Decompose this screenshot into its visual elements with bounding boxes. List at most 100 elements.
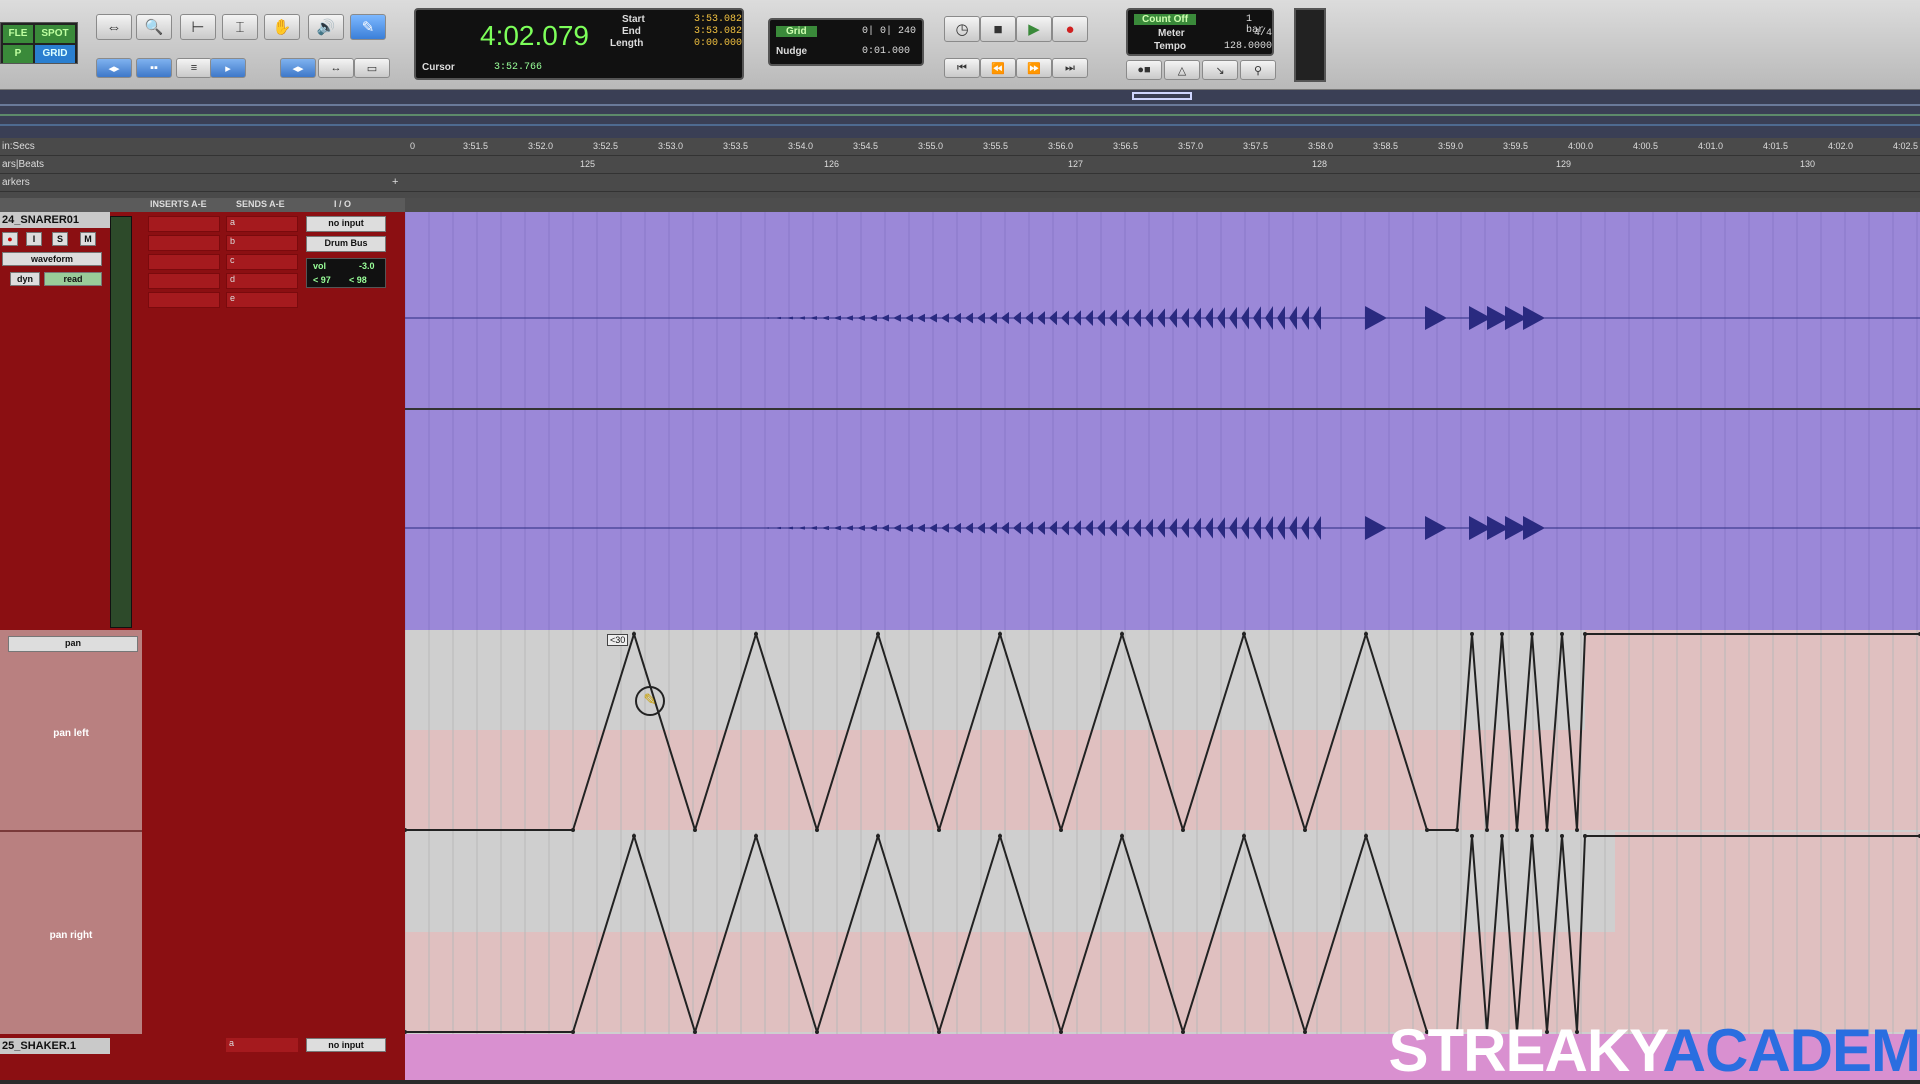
- send-slot-d[interactable]: d: [226, 273, 298, 289]
- mute-button[interactable]: M: [80, 232, 96, 246]
- record-enable-button[interactable]: ●: [2, 232, 18, 246]
- rewind-icon[interactable]: ⏪: [980, 58, 1016, 78]
- audio-region[interactable]: [404, 212, 1920, 630]
- selection-start-value[interactable]: 3:53.082: [694, 14, 742, 25]
- input-monitor-button[interactable]: I: [26, 232, 42, 246]
- watermark-part2: ACADEM: [1662, 1017, 1920, 1084]
- add-marker-icon[interactable]: +: [392, 176, 398, 188]
- input-select[interactable]: no input: [306, 216, 386, 232]
- grid-nudge-display: Grid 0| 0| 240 Nudge 0:01.000: [768, 18, 924, 66]
- scrubber-tool-icon[interactable]: 🔊: [308, 14, 344, 40]
- output-select[interactable]: Drum Bus: [306, 236, 386, 252]
- selection-length-value[interactable]: 0:00.000: [694, 38, 742, 49]
- trim-tool-icon[interactable]: ⊢: [180, 14, 216, 40]
- keyboard-focus-icon[interactable]: ↔: [318, 58, 354, 78]
- pan-left-automation-lane[interactable]: <30 ✎: [403, 630, 1920, 834]
- universe-overview[interactable]: [0, 90, 1920, 138]
- insertion-follows-icon[interactable]: ▸: [210, 58, 246, 78]
- count-off-button[interactable]: Count Off: [1134, 14, 1197, 25]
- mode-shuffle-button[interactable]: FLE: [3, 25, 33, 43]
- overview-position-box[interactable]: [1132, 92, 1192, 100]
- time-tick: 3:58.5: [1373, 141, 1399, 151]
- grabber-tool-icon[interactable]: ✋: [264, 14, 300, 40]
- zoom-toggle-icon[interactable]: ⇔: [96, 14, 132, 40]
- insert-slot[interactable]: [148, 292, 220, 308]
- meter-label: Meter: [1158, 28, 1185, 39]
- time-tick: 3:59.0: [1438, 141, 1464, 151]
- time-tick: 3:56.0: [1048, 141, 1074, 151]
- nudge-label[interactable]: Nudge: [776, 46, 807, 57]
- return-to-zero-icon[interactable]: ⏮: [944, 58, 980, 78]
- time-tick: 4:01.5: [1763, 141, 1789, 151]
- conductor-icon[interactable]: ⚲: [1240, 60, 1276, 80]
- fast-forward-icon[interactable]: ⏩: [1016, 58, 1052, 78]
- mirror-midi-icon[interactable]: ◂▸: [280, 58, 316, 78]
- min-secs-ruler[interactable]: in:Secs 0 3:51.5 3:52.0 3:52.5 3:53.0 3:53.5 3…: [0, 138, 1920, 156]
- dyn-button[interactable]: dyn: [10, 272, 40, 286]
- edit-mode-panel: FLE SPOT P GRID: [0, 22, 78, 64]
- track2-send-a[interactable]: a: [226, 1038, 298, 1052]
- sends-header[interactable]: SENDS A-E: [236, 199, 285, 209]
- selector-tool-icon[interactable]: ⌶: [222, 14, 258, 40]
- go-to-end-icon[interactable]: ⏭: [1052, 58, 1088, 78]
- timeline-rulers: in:Secs 0 3:51.5 3:52.0 3:52.5 3:53.0 3:53.5 3…: [0, 138, 1920, 198]
- lane-pan-right-label: pan right: [49, 930, 93, 941]
- bars-beats-ruler[interactable]: ars|Beats 125 126 127 128 129 130: [0, 156, 1920, 174]
- vol-value[interactable]: -3.0: [359, 261, 375, 271]
- insert-slot[interactable]: [148, 273, 220, 289]
- send-slot-c[interactable]: c: [226, 254, 298, 270]
- automation-mode-select[interactable]: read: [44, 272, 102, 286]
- pan-left-automation-graph[interactable]: [403, 630, 1920, 834]
- tab-to-transient-icon[interactable]: ◂▸: [96, 58, 132, 78]
- insert-slot[interactable]: [148, 216, 220, 232]
- time-tick: 4:01.0: [1698, 141, 1724, 151]
- io-header[interactable]: I / O: [334, 199, 351, 209]
- track2-name[interactable]: 25_SHAKER.1: [0, 1038, 110, 1054]
- watermark-part1: STREAKY: [1388, 1017, 1663, 1084]
- nudge-value[interactable]: 0:01.000: [862, 46, 910, 57]
- mode-spot-button[interactable]: SPOT: [35, 25, 75, 43]
- automation-breakpoint: [1242, 632, 1246, 636]
- send-slot-a[interactable]: a: [226, 216, 298, 232]
- tempo-value[interactable]: 128.0000: [1224, 41, 1272, 52]
- solo-button[interactable]: S: [52, 232, 68, 246]
- send-slot-e[interactable]: e: [226, 292, 298, 308]
- track2-input-select[interactable]: no input: [306, 1038, 386, 1052]
- time-tick: 3:52.5: [593, 141, 619, 151]
- record-icon[interactable]: ●: [1052, 16, 1088, 42]
- link-timeline-icon[interactable]: ▪▪: [136, 58, 172, 78]
- track-name[interactable]: 24_SNARER01: [0, 212, 110, 228]
- commands-focus-icon[interactable]: ▭: [354, 58, 390, 78]
- pan-left-value[interactable]: < 97: [313, 275, 331, 285]
- insert-slot[interactable]: [148, 254, 220, 270]
- zoomer-tool-icon[interactable]: 🔍: [136, 14, 172, 40]
- metronome-icon[interactable]: △: [1164, 60, 1200, 80]
- pan-right-automation-lane[interactable]: [403, 832, 1920, 1036]
- midi-merge-icon[interactable]: ↘: [1202, 60, 1238, 80]
- time-tick: 3:51.5: [463, 141, 489, 151]
- wait-for-note-icon[interactable]: ●■: [1126, 60, 1162, 80]
- play-icon[interactable]: ▶: [1016, 16, 1052, 42]
- online-icon[interactable]: ◷: [944, 16, 980, 42]
- inserts-header[interactable]: INSERTS A-E: [150, 199, 207, 209]
- time-tick: 4:02.0: [1828, 141, 1854, 151]
- selection-end-value[interactable]: 3:53.082: [694, 26, 742, 37]
- meter-value[interactable]: 4/4: [1254, 28, 1272, 39]
- pencil-tool-icon[interactable]: ✎: [350, 14, 386, 40]
- automation-breakpoint: [1500, 834, 1504, 838]
- mode-slip-button[interactable]: P: [3, 45, 33, 63]
- send-slot-b[interactable]: b: [226, 235, 298, 251]
- markers-ruler[interactable]: arkers +: [0, 174, 1920, 192]
- pan-right-automation-graph[interactable]: [403, 832, 1920, 1036]
- time-tick: 3:55.5: [983, 141, 1009, 151]
- automation-select[interactable]: pan: [8, 636, 138, 652]
- grid-value[interactable]: 0| 0| 240: [862, 26, 916, 37]
- main-counter-display[interactable]: 4:02.079 Start 3:53.082 End 3:53.082 Len…: [414, 8, 744, 80]
- link-track-icon[interactable]: ≡: [176, 58, 212, 78]
- insert-slot[interactable]: [148, 235, 220, 251]
- grid-label[interactable]: Grid: [776, 26, 817, 37]
- stop-icon[interactable]: ■: [980, 16, 1016, 42]
- mode-grid-button[interactable]: GRID: [35, 45, 75, 63]
- pan-right-value[interactable]: < 98: [349, 275, 367, 285]
- track-view-select[interactable]: waveform: [2, 252, 102, 266]
